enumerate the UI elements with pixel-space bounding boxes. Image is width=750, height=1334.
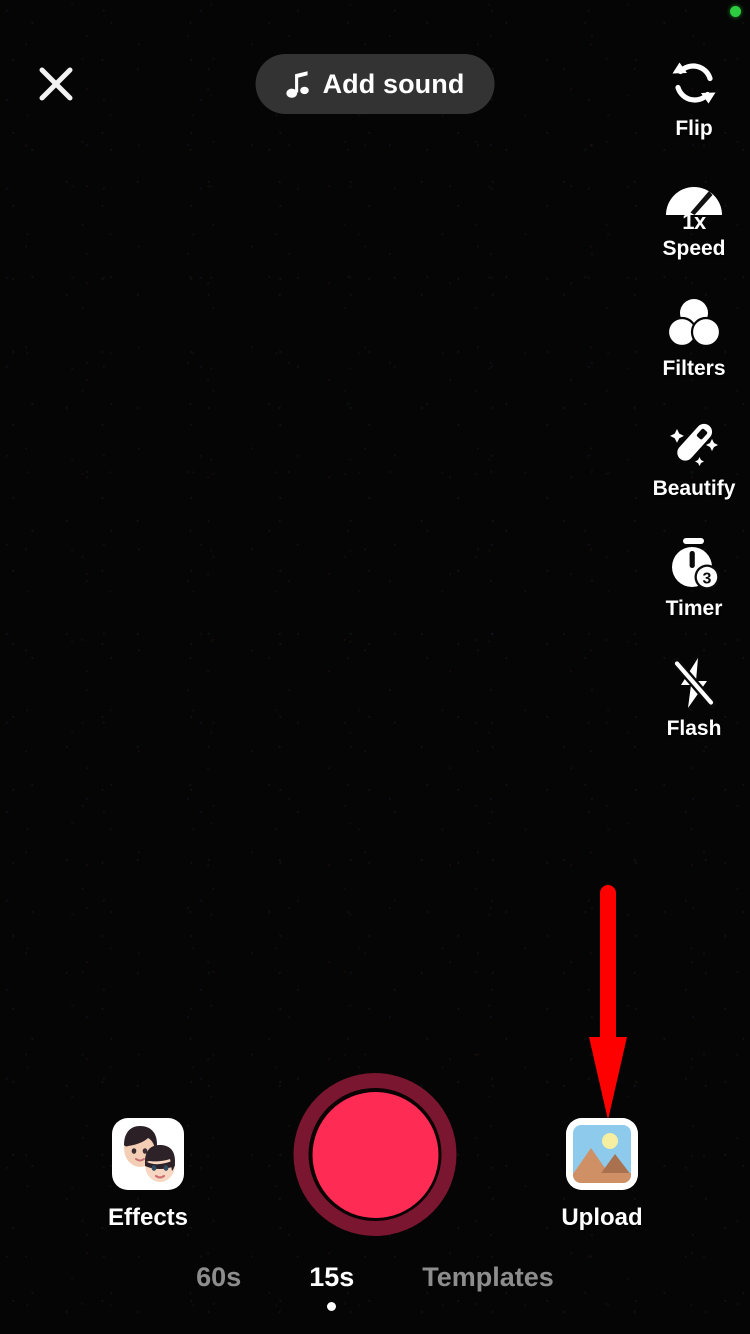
camera-active-indicator-dot — [730, 6, 741, 17]
flip-icon-wrap — [665, 52, 723, 114]
rail-item-speed[interactable]: 1x Speed — [638, 172, 750, 292]
beautify-icon-wrap — [664, 412, 724, 474]
rail-label-timer: Timer — [665, 597, 723, 620]
rail-label-filters: Filters — [662, 357, 726, 380]
speed-unit: x — [694, 209, 706, 234]
upload-button[interactable]: Upload — [561, 1118, 643, 1232]
effects-faces-icon — [112, 1118, 184, 1190]
record-button-core — [312, 1091, 438, 1218]
upload-label: Upload — [561, 1204, 643, 1231]
speed-value: 1x — [682, 209, 706, 235]
record-button-gap — [308, 1088, 442, 1221]
record-button[interactable] — [293, 1073, 457, 1236]
photo-gallery-icon — [566, 1118, 638, 1190]
rail-item-beautify[interactable]: Beautify — [638, 412, 750, 532]
rail-label-flash: Flash — [666, 717, 722, 740]
active-mode-indicator-dot — [327, 1302, 337, 1312]
close-icon — [39, 67, 73, 101]
stopwatch-icon: 3 — [672, 538, 720, 590]
capture-mode-tabs: 60s 15s Templates — [0, 1262, 750, 1312]
add-sound-label: Add sound — [322, 68, 465, 99]
magic-wand-icon — [670, 423, 718, 466]
filters-icon-wrap — [665, 292, 723, 354]
effects-label: Effects — [107, 1204, 189, 1231]
rail-label-flip: Flip — [675, 117, 713, 140]
rail-item-timer[interactable]: 3 Timer — [638, 532, 750, 652]
down-arrow-annotation — [589, 885, 627, 1120]
effects-button[interactable]: Effects — [108, 1118, 188, 1232]
filters-icon — [666, 299, 722, 348]
flip-camera-icon — [672, 62, 716, 104]
mode-tab-15s[interactable]: 15s — [303, 1262, 360, 1312]
mode-label-15s: 15s — [309, 1262, 355, 1292]
speed-number: 1 — [682, 209, 694, 234]
rail-label-speed: Speed — [662, 237, 726, 260]
rail-item-flip[interactable]: Flip — [638, 52, 750, 172]
mode-label-templates: Templates — [422, 1262, 554, 1292]
rail-label-beautify: Beautify — [652, 477, 736, 500]
camera-tools-rail: Flip 1x Speed Filters Beautify 3 Timer F… — [638, 52, 750, 772]
speed-icon-wrap: 1x — [664, 172, 724, 234]
timer-icon-wrap: 3 — [665, 532, 723, 594]
flash-off-icon — [671, 657, 717, 709]
add-sound-button[interactable]: Add sound — [255, 54, 495, 114]
rail-item-filters[interactable]: Filters — [638, 292, 750, 412]
mode-label-60s: 60s — [196, 1262, 242, 1292]
effects-faces-glyph — [124, 1126, 175, 1182]
close-button[interactable] — [34, 62, 78, 106]
mode-tab-templates[interactable]: Templates — [416, 1262, 560, 1293]
photo-gallery-glyph — [566, 1118, 638, 1190]
mode-tab-60s[interactable]: 60s — [190, 1262, 247, 1293]
tiktok-camera-screen: Add sound Flip 1x Speed Filters Beautify… — [0, 0, 750, 1334]
music-note-icon — [286, 71, 309, 98]
rail-item-flash[interactable]: Flash — [638, 652, 750, 772]
timer-badge-value: 3 — [703, 571, 712, 588]
flash-icon-wrap — [665, 652, 723, 714]
